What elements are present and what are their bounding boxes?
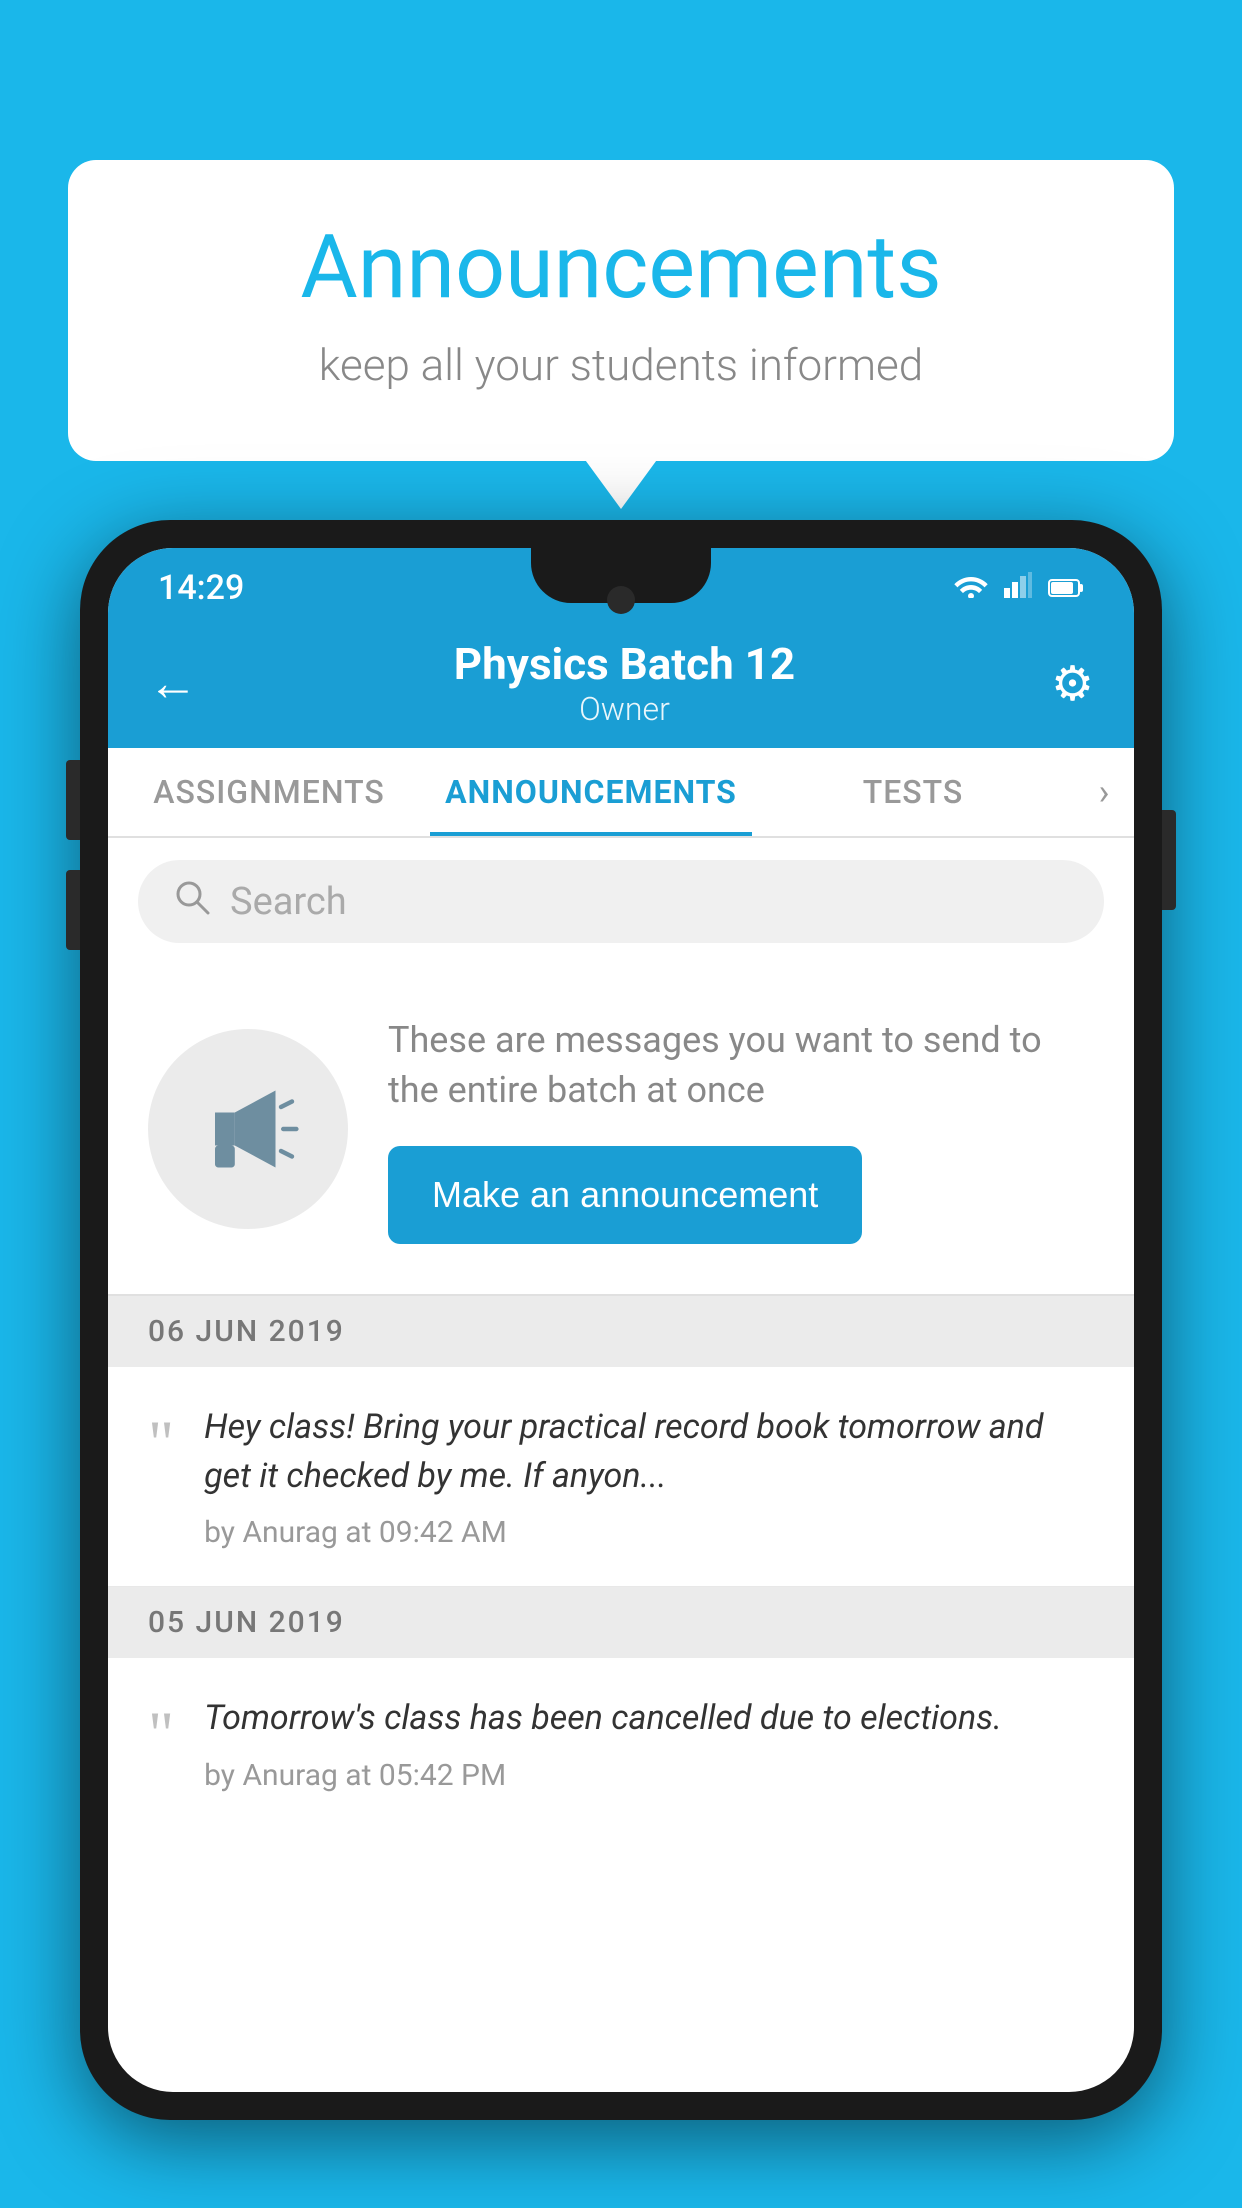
- phone-screen: 14:29: [108, 548, 1134, 2092]
- battery-icon: [1048, 572, 1084, 605]
- phone-power-button: [1162, 810, 1176, 910]
- signal-icon: [1004, 572, 1032, 605]
- phone-camera: [607, 586, 635, 614]
- announcement-description: These are messages you want to send to t…: [388, 1015, 1094, 1116]
- phone-vol-up-button: [66, 760, 80, 840]
- quote-icon-2: ": [148, 1694, 174, 1766]
- phone-vol-down-button: [66, 870, 80, 950]
- tab-tests[interactable]: TESTS: [752, 748, 1074, 836]
- tabs-bar: ASSIGNMENTS ANNOUNCEMENTS TESTS ›: [108, 748, 1134, 838]
- date-separator-1: 06 JUN 2019: [108, 1296, 1134, 1367]
- announcement-message-1: Hey class! Bring your practical record b…: [204, 1403, 1094, 1502]
- tab-announcements[interactable]: ANNOUNCEMENTS: [430, 748, 752, 836]
- settings-icon[interactable]: ⚙: [1051, 655, 1094, 712]
- batch-title: Physics Batch 12: [454, 638, 795, 690]
- wifi-icon: [954, 572, 988, 605]
- bubble-subtitle: keep all your students informed: [148, 339, 1094, 391]
- phone-device: 14:29: [80, 520, 1162, 2208]
- megaphone-icon: [193, 1074, 303, 1184]
- date-separator-2: 05 JUN 2019: [108, 1587, 1134, 1658]
- quote-icon-1: ": [148, 1403, 174, 1475]
- megaphone-circle: [148, 1029, 348, 1229]
- announcement-right: These are messages you want to send to t…: [388, 1015, 1094, 1244]
- search-section: Search: [108, 838, 1134, 965]
- tab-announcements-label: ANNOUNCEMENTS: [445, 773, 737, 811]
- announcement-text-1: Hey class! Bring your practical record b…: [204, 1403, 1094, 1551]
- batch-role: Owner: [454, 690, 795, 728]
- back-button[interactable]: ←: [148, 654, 198, 713]
- announcement-prompt: These are messages you want to send to t…: [108, 965, 1134, 1296]
- search-placeholder: Search: [230, 880, 347, 924]
- app-header: ← Physics Batch 12 Owner ⚙: [108, 618, 1134, 748]
- phone-notch: [531, 548, 711, 603]
- announcement-item-2[interactable]: " Tomorrow's class has been cancelled du…: [108, 1658, 1134, 1828]
- tab-tests-label: TESTS: [863, 773, 964, 811]
- announcement-text-2: Tomorrow's class has been cancelled due …: [204, 1694, 1094, 1792]
- tab-assignments-label: ASSIGNMENTS: [153, 773, 384, 811]
- announcement-item-1[interactable]: " Hey class! Bring your practical record…: [108, 1367, 1134, 1588]
- announcement-meta-1: by Anurag at 09:42 AM: [204, 1515, 1094, 1550]
- announcement-meta-2: by Anurag at 05:42 PM: [204, 1758, 1094, 1793]
- status-icons: [954, 572, 1084, 605]
- bubble-title: Announcements: [148, 220, 1094, 317]
- speech-bubble-section: Announcements keep all your students inf…: [68, 160, 1174, 461]
- tab-assignments[interactable]: ASSIGNMENTS: [108, 748, 430, 836]
- date-label-1: 06 JUN 2019: [148, 1314, 345, 1349]
- header-title-group: Physics Batch 12 Owner: [454, 638, 795, 728]
- search-bar[interactable]: Search: [138, 860, 1104, 943]
- status-time: 14:29: [158, 568, 244, 608]
- tab-more-icon[interactable]: ›: [1074, 748, 1134, 836]
- phone-outer: 14:29: [80, 520, 1162, 2120]
- search-icon: [174, 878, 210, 925]
- announcement-message-2: Tomorrow's class has been cancelled due …: [204, 1694, 1094, 1743]
- date-label-2: 05 JUN 2019: [148, 1605, 345, 1640]
- make-announcement-button[interactable]: Make an announcement: [388, 1146, 862, 1244]
- speech-bubble-card: Announcements keep all your students inf…: [68, 160, 1174, 461]
